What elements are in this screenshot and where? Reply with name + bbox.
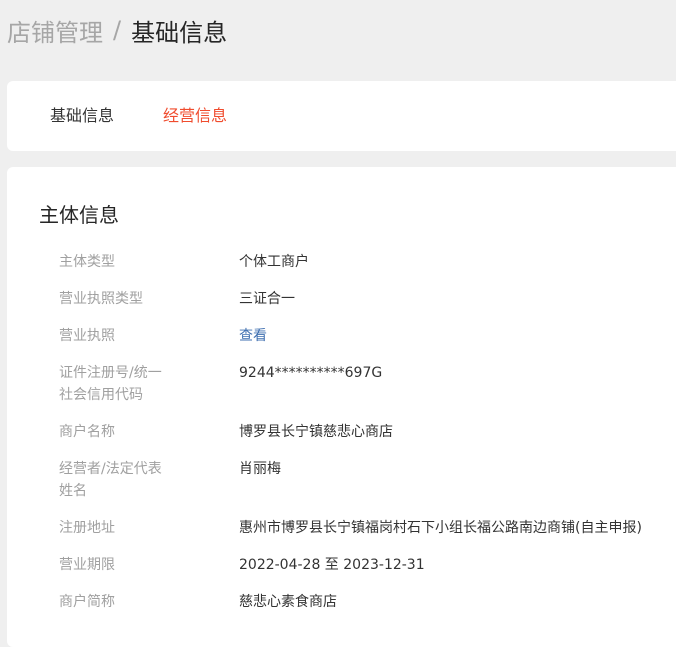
field-value: 三证合一: [239, 291, 295, 307]
field-value: 慈悲心素食商店: [239, 594, 337, 610]
field-value: 博罗县长宁镇慈悲心商店: [239, 424, 393, 440]
field-value: 个体工商户: [239, 254, 309, 270]
field-value: 惠州市博罗县长宁镇福岗村石下小组长福公路南边商铺(自主申报): [239, 520, 642, 536]
field-label: 营业期限: [59, 557, 115, 573]
field-label: 商户简称: [59, 594, 115, 610]
breadcrumb-store-management[interactable]: 店铺管理: [7, 13, 103, 48]
info-card: 主体信息 主体类型 个体工商户 营业执照类型 三证合一 营业执照 查看 证件注册…: [7, 167, 676, 647]
field-label: 注册地址: [59, 520, 115, 536]
breadcrumb: 店铺管理 / 基础信息: [7, 12, 227, 48]
field-value: 肖丽梅: [239, 461, 281, 477]
field-value: 2022-04-28 至 2023-12-31: [239, 557, 425, 573]
section-title: 主体信息: [39, 203, 119, 227]
tab-business-info[interactable]: 经营信息: [163, 81, 227, 151]
field-label: 营业执照类型: [59, 291, 143, 307]
field-label: 主体类型: [59, 254, 115, 270]
page-title: 基础信息: [131, 18, 228, 47]
breadcrumb-separator: /: [113, 16, 122, 44]
field-label: 商户名称: [59, 424, 115, 440]
field-value: 9244**********697G: [239, 365, 383, 381]
field-label: 经营者/法定代表姓名: [59, 461, 162, 499]
view-license-link[interactable]: 查看: [239, 325, 267, 347]
tabs-bar: 基础信息 经营信息: [7, 81, 676, 151]
field-label: 营业执照: [59, 328, 115, 344]
field-label: 证件注册号/统一社会信用代码: [59, 365, 162, 403]
tab-basic-info[interactable]: 基础信息: [50, 81, 114, 151]
